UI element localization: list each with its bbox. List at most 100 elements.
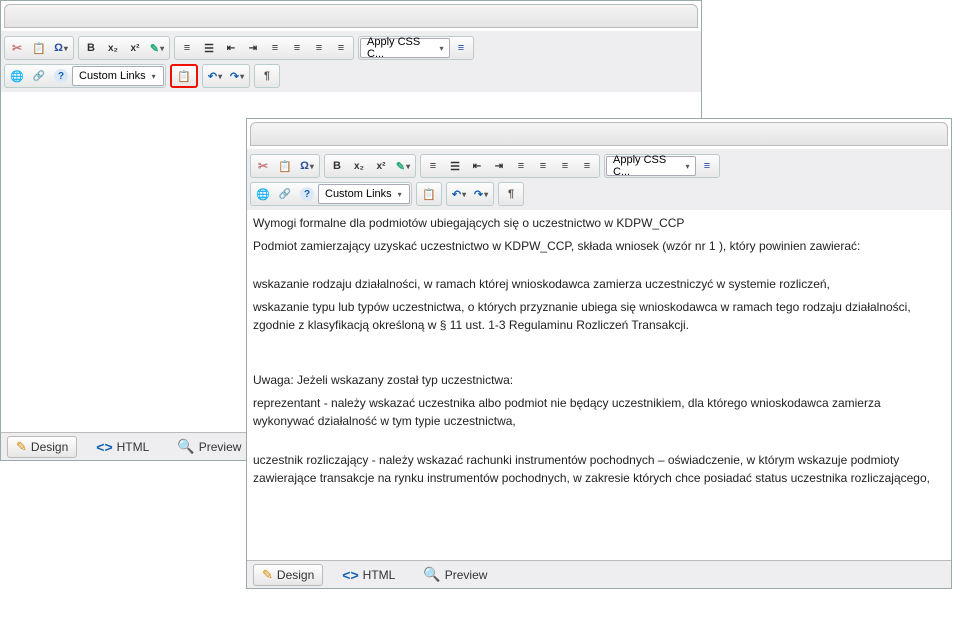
ul-button[interactable]	[422, 156, 444, 176]
format-toggle-button[interactable]	[696, 156, 718, 176]
content-line: reprezentant - należy wskazać uczestnika…	[253, 394, 945, 431]
show-paragraph-button[interactable]	[256, 66, 278, 86]
undo-button[interactable]: ▾	[204, 66, 226, 86]
help-icon	[300, 187, 314, 201]
magnifier-icon: 🔍	[423, 566, 440, 583]
group-list	[174, 36, 354, 60]
superscript-button[interactable]	[124, 38, 146, 58]
outdent-button[interactable]	[466, 156, 488, 176]
help-button[interactable]	[50, 66, 72, 86]
cut-button[interactable]	[6, 38, 28, 58]
group-list	[420, 154, 600, 178]
tab-preview[interactable]: 🔍 Preview	[168, 435, 250, 458]
format-icon	[704, 160, 710, 172]
hyperlink-button[interactable]	[252, 184, 274, 204]
group-links: Custom Links ▾	[250, 182, 412, 206]
anchor-button[interactable]	[274, 184, 296, 204]
tab-preview[interactable]: 🔍 Preview	[414, 563, 496, 586]
align-center-button[interactable]	[286, 38, 308, 58]
paste-button[interactable]	[28, 38, 50, 58]
paste-button[interactable]	[274, 156, 296, 176]
highlight-button[interactable]: ▾	[146, 38, 168, 58]
ul-icon	[430, 160, 436, 172]
toolbar-row-1: ▾ ▾ Apply CSS C... ▾	[250, 152, 948, 180]
tab-design-label: Design	[31, 440, 68, 454]
align-center-button[interactable]	[532, 156, 554, 176]
ul-icon	[184, 42, 190, 54]
align-justify-button[interactable]	[576, 156, 598, 176]
pencil-icon: ✎	[262, 567, 273, 583]
cut-button[interactable]	[252, 156, 274, 176]
group-para	[254, 64, 280, 88]
tab-design[interactable]: ✎ Design	[7, 436, 77, 458]
omega-icon	[300, 160, 309, 172]
tab-design[interactable]: ✎ Design	[253, 564, 323, 586]
symbol-button[interactable]: ▾	[296, 156, 318, 176]
content-line: Uwaga: Jeżeli wskazany został typ uczest…	[253, 371, 945, 390]
apply-css-label: Apply CSS C...	[613, 154, 680, 178]
tab-html-label: HTML	[363, 568, 396, 582]
align-justify-button[interactable]	[330, 38, 352, 58]
outdent-button[interactable]	[220, 38, 242, 58]
tab-html[interactable]: <> HTML	[333, 564, 404, 586]
align-left-icon	[518, 160, 524, 172]
align-left-button[interactable]	[264, 38, 286, 58]
align-left-button[interactable]	[510, 156, 532, 176]
tab-html[interactable]: <> HTML	[87, 436, 158, 458]
content-line: wskazanie rodzaju działalności, w ramach…	[253, 275, 945, 294]
apply-css-dropdown[interactable]: Apply CSS C... ▾	[606, 156, 696, 176]
chevron-down-icon: ▾	[436, 44, 447, 53]
superscript-button[interactable]	[370, 156, 392, 176]
paste-from-word-button[interactable]	[173, 66, 195, 86]
bold-icon	[333, 160, 341, 172]
chevron-down-icon: ▾	[148, 72, 160, 81]
highlight-button[interactable]: ▾	[392, 156, 414, 176]
anchor-icon	[33, 70, 45, 82]
group-font: ▾	[324, 154, 416, 178]
undo-button[interactable]: ▾	[448, 184, 470, 204]
brush-icon	[150, 42, 159, 55]
redo-icon	[474, 188, 483, 201]
toolbar-area: ▾ ▾ Apply CSS C... ▾	[247, 149, 951, 210]
custom-links-dropdown[interactable]: Custom Links ▾	[318, 184, 410, 204]
ol-button[interactable]	[198, 38, 220, 58]
bold-button[interactable]	[80, 38, 102, 58]
content-line: wskazanie typu lub typów uczestnictwa, o…	[253, 298, 945, 335]
apply-css-dropdown[interactable]: Apply CSS C... ▾	[360, 38, 450, 58]
custom-links-dropdown[interactable]: Custom Links ▾	[72, 66, 164, 86]
editor-content[interactable]: Wymogi formalne dla podmiotów ubiegający…	[247, 210, 951, 560]
subscript-button[interactable]	[102, 38, 124, 58]
bold-icon	[87, 42, 95, 54]
ol-icon	[204, 42, 214, 55]
indent-button[interactable]	[242, 38, 264, 58]
paste-from-word-button[interactable]	[418, 184, 440, 204]
indent-icon	[249, 42, 257, 54]
group-clipboard: ▾	[250, 154, 320, 178]
bold-button[interactable]	[326, 156, 348, 176]
content-line: Podmiot zamierzający uzyskać uczestnictw…	[253, 237, 945, 256]
align-justify-icon	[338, 42, 344, 54]
superscript-icon	[377, 160, 386, 172]
symbol-button[interactable]: ▾	[50, 38, 72, 58]
anchor-button[interactable]	[28, 66, 50, 86]
apply-css-label: Apply CSS C...	[367, 36, 434, 60]
align-right-button[interactable]	[308, 38, 330, 58]
ol-button[interactable]	[444, 156, 466, 176]
html-icon: <>	[96, 439, 112, 455]
indent-button[interactable]	[488, 156, 510, 176]
format-toggle-button[interactable]	[450, 38, 472, 58]
redo-button[interactable]: ▾	[470, 184, 492, 204]
hyperlink-button[interactable]	[6, 66, 28, 86]
subscript-button[interactable]	[348, 156, 370, 176]
ol-icon	[450, 160, 460, 173]
show-paragraph-button[interactable]	[500, 184, 522, 204]
align-center-icon	[540, 160, 546, 172]
world-icon	[10, 70, 24, 83]
content-line: Wymogi formalne dla podmiotów ubiegający…	[253, 214, 945, 233]
redo-button[interactable]: ▾	[226, 66, 248, 86]
editor-window-front: ▾ ▾ Apply CSS C... ▾	[246, 118, 952, 589]
ul-button[interactable]	[176, 38, 198, 58]
align-right-button[interactable]	[554, 156, 576, 176]
chevron-down-icon: ▾	[682, 162, 693, 171]
help-button[interactable]	[296, 184, 318, 204]
